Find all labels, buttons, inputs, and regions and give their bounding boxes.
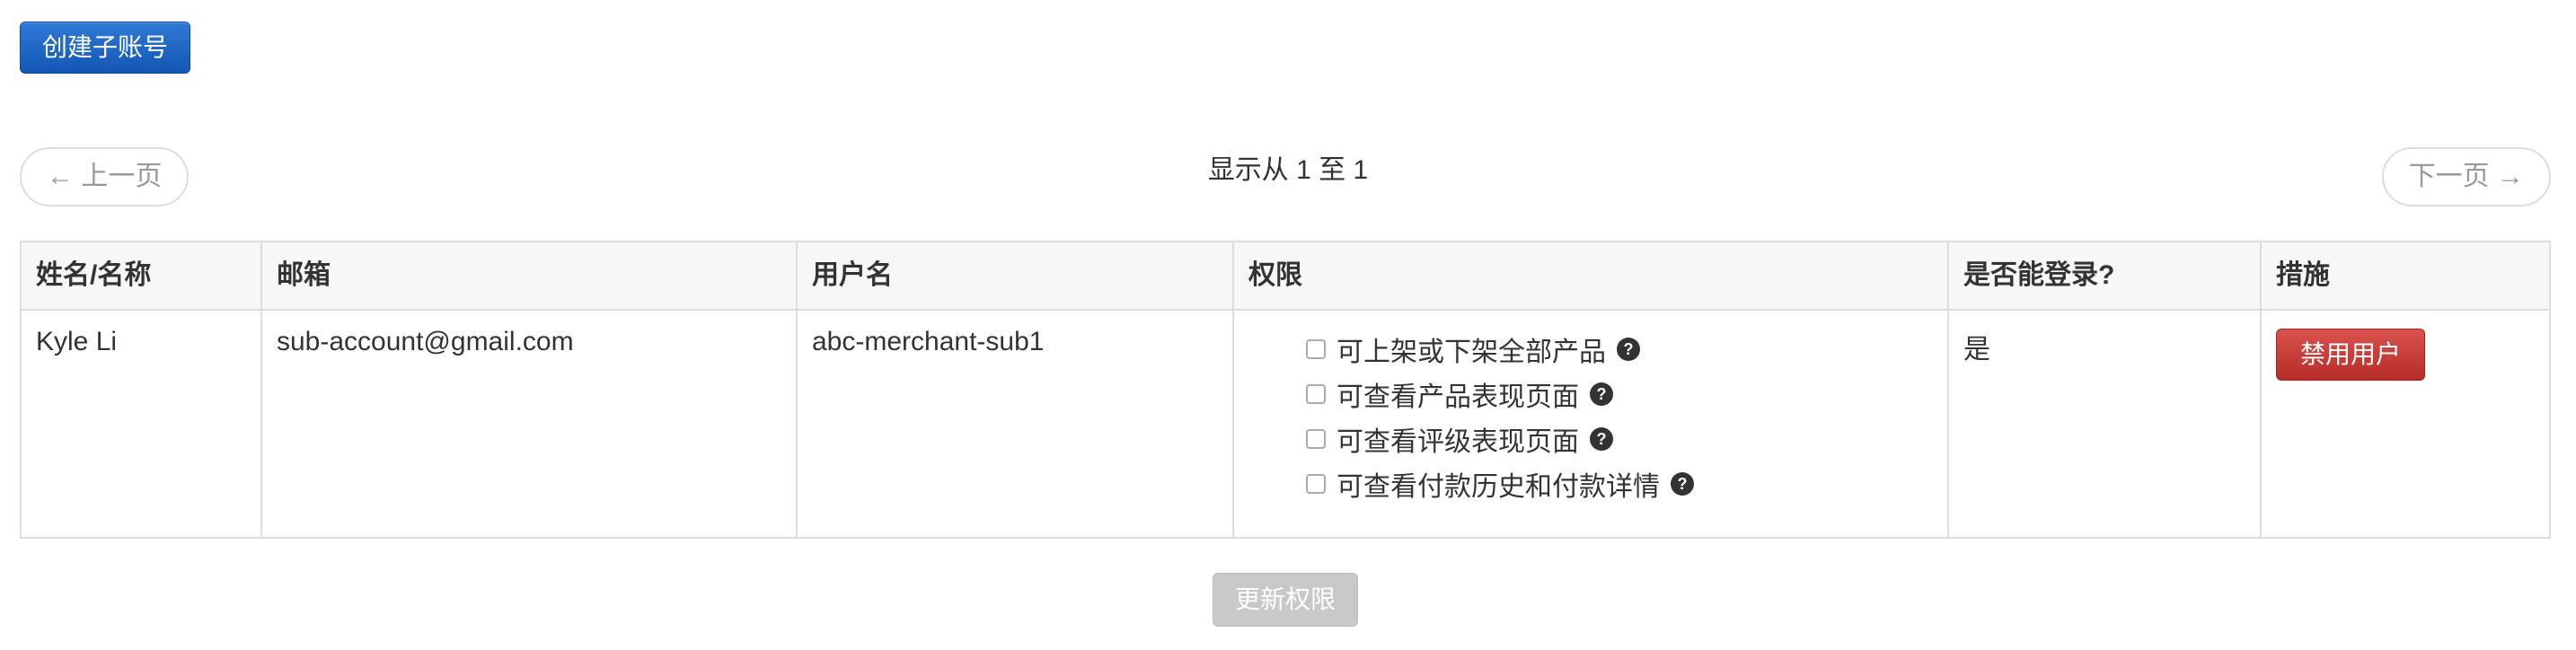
cell-email: sub-account@gmail.com xyxy=(260,309,798,539)
permission-label: 可查看评级表现页面 xyxy=(1337,427,1579,457)
pagination-info: 显示从 1 至 1 xyxy=(1207,155,1369,185)
table-header-row: 姓名/名称 邮箱 用户名 权限 是否能登录? 措施 xyxy=(20,241,2551,311)
header-email: 邮箱 xyxy=(260,241,798,311)
header-can-login: 是否能登录? xyxy=(1947,241,2262,311)
question-circle-icon[interactable]: ? xyxy=(1617,338,1640,361)
cell-actions: 禁用用户 xyxy=(2260,309,2551,539)
header-username: 用户名 xyxy=(796,241,1234,311)
table-row: Kyle Li sub-account@gmail.com abc-mercha… xyxy=(20,309,2551,539)
permission-item: 可查看产品表现页面 ? xyxy=(1306,372,1933,417)
question-circle-icon[interactable]: ? xyxy=(1590,382,1613,406)
cell-username: abc-merchant-sub1 xyxy=(796,309,1234,539)
permission-label: 可上架或下架全部产品 xyxy=(1337,338,1606,367)
update-permissions-button[interactable]: 更新权限 xyxy=(1213,573,1359,627)
permission-list: 可上架或下架全部产品 ? 可查看产品表现页面 ? 可查看评级表现页面 ? 可查看… xyxy=(1248,327,1933,506)
cell-permissions: 可上架或下架全部产品 ? 可查看产品表现页面 ? 可查看评级表现页面 ? 可查看… xyxy=(1232,309,1949,539)
header-permissions: 权限 xyxy=(1232,241,1949,311)
header-actions: 措施 xyxy=(2260,241,2551,311)
cell-name: Kyle Li xyxy=(20,309,262,539)
permission-item: 可查看付款历史和付款详情 ? xyxy=(1306,461,1933,506)
subaccounts-table: 姓名/名称 邮箱 用户名 权限 是否能登录? 措施 Kyle Li sub-ac… xyxy=(20,241,2551,539)
permission-checkbox[interactable] xyxy=(1306,339,1326,359)
permission-label: 可查看付款历史和付款详情 xyxy=(1337,472,1660,502)
permission-checkbox[interactable] xyxy=(1306,429,1326,449)
permission-checkbox[interactable] xyxy=(1306,474,1326,494)
permission-item: 可查看评级表现页面 ? xyxy=(1306,417,1933,461)
question-circle-icon[interactable]: ? xyxy=(1590,427,1613,451)
cell-can-login: 是 xyxy=(1947,309,2262,539)
question-circle-icon[interactable]: ? xyxy=(1671,472,1694,496)
permission-label: 可查看产品表现页面 xyxy=(1337,382,1579,412)
disable-user-button[interactable]: 禁用用户 xyxy=(2276,329,2426,381)
header-name: 姓名/名称 xyxy=(20,241,262,311)
next-page-button[interactable]: 下一页 → xyxy=(2381,147,2551,206)
create-subaccount-button[interactable]: 创建子账号 xyxy=(20,22,191,74)
permission-checkbox[interactable] xyxy=(1306,384,1326,404)
permission-item: 可上架或下架全部产品 ? xyxy=(1306,327,1933,372)
